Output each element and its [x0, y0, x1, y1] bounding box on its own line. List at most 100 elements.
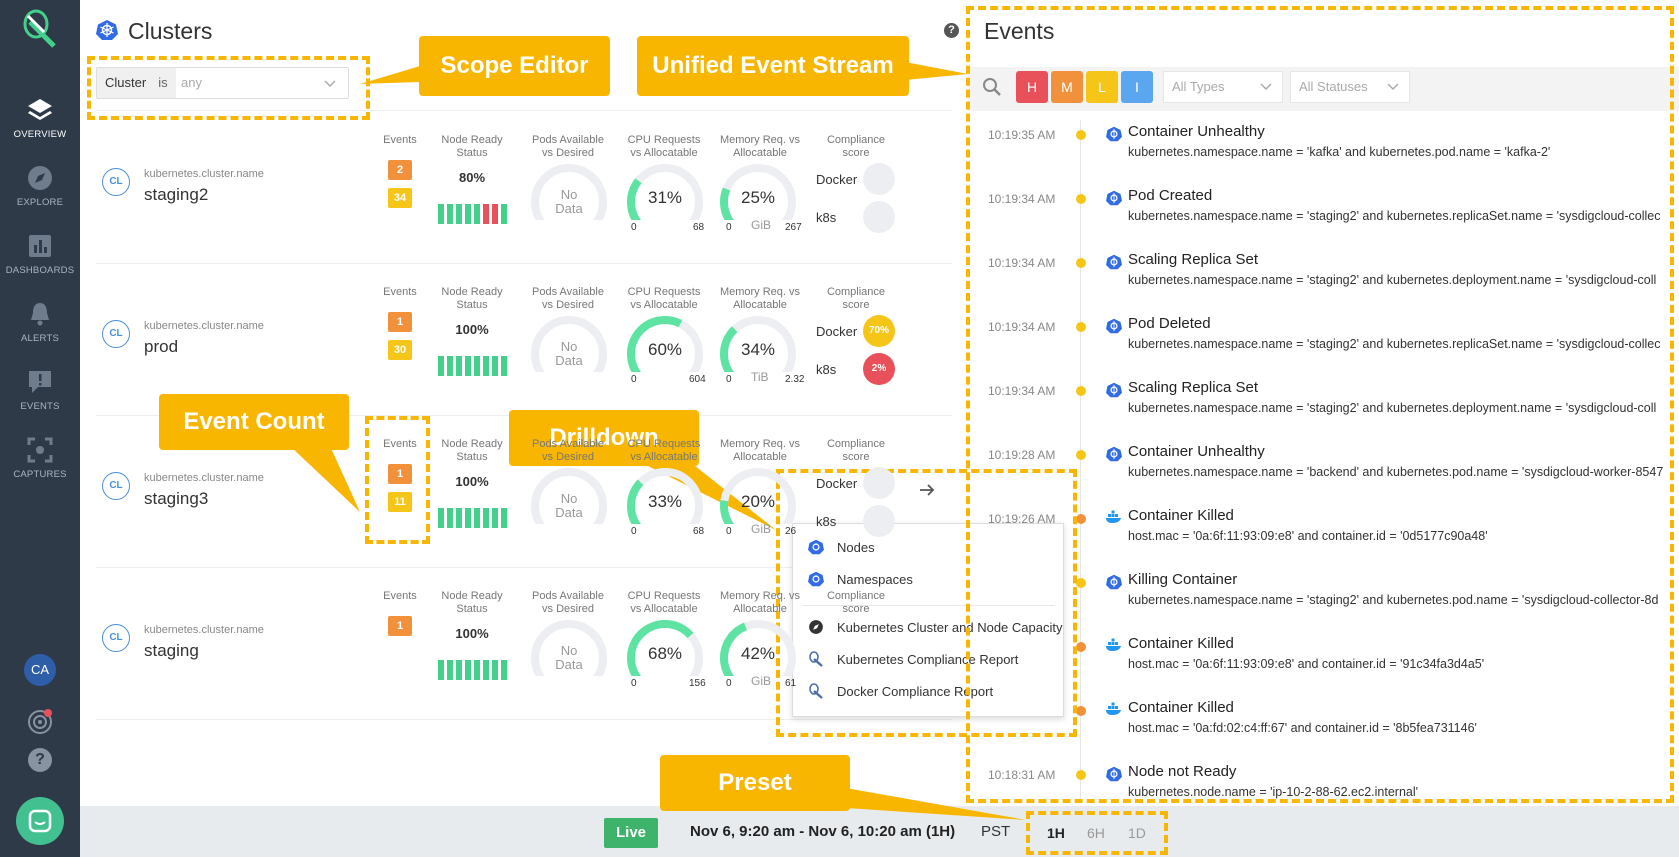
node-ready-value: 100%	[455, 474, 489, 489]
node-status-bar	[465, 356, 471, 376]
cluster-label: kubernetes.cluster.name	[144, 320, 264, 332]
memory-value: 20%	[740, 492, 776, 511]
memory-max: 61	[785, 678, 797, 689]
memory-unit: TiB	[751, 370, 769, 384]
column-header: Memory Req. vs Allocatable	[719, 134, 801, 159]
memory-max: 2.32	[785, 374, 805, 385]
node-status-bar	[483, 356, 489, 376]
memory-unit: GiB	[751, 522, 772, 536]
column-header: Node Ready Status	[441, 590, 503, 615]
compliance-k8s-label: k8s	[816, 210, 837, 225]
memory-min: 0	[726, 374, 732, 385]
cluster-name[interactable]: staging2	[144, 185, 208, 205]
node-ready-value: 80%	[458, 170, 486, 185]
node-ready-value: 100%	[455, 322, 489, 337]
cpu-min: 0	[631, 374, 637, 385]
cluster-badge-icon: CL	[102, 168, 130, 196]
column-header: Memory Req. vs Allocatable	[719, 590, 801, 615]
cluster-badge-icon: CL	[102, 624, 130, 652]
cpu-value: 31%	[647, 188, 683, 207]
column-header: Pods Available vs Desired	[532, 134, 604, 159]
cpu-max: 68	[693, 222, 705, 233]
cpu-max: 156	[689, 678, 706, 689]
compliance-k8s-score[interactable]	[863, 505, 895, 537]
memory-min: 0	[726, 678, 732, 689]
compliance-docker-score[interactable]: 70%	[863, 315, 895, 347]
event-count-low[interactable]: 11	[388, 492, 412, 512]
event-count-low[interactable]: 34	[388, 188, 412, 208]
node-ready-bars	[438, 356, 508, 376]
cluster-name[interactable]: staging3	[144, 489, 208, 509]
pods-value: No Data	[555, 643, 583, 672]
cluster-name[interactable]: staging	[144, 641, 199, 661]
node-status-bar	[483, 508, 489, 528]
cpu-value: 68%	[647, 644, 683, 663]
callout-preset: Preset	[660, 755, 850, 811]
node-status-bar	[492, 660, 498, 680]
event-count-medium[interactable]: 1	[388, 464, 412, 484]
compliance-k8s-label: k8s	[816, 514, 837, 529]
column-header: Memory Req. vs Allocatable	[719, 286, 801, 311]
node-status-bar	[438, 356, 444, 376]
node-status-bar	[474, 356, 480, 376]
column-header: CPU Requests vs Allocatable	[627, 286, 701, 311]
column-header: CPU Requests vs Allocatable	[627, 590, 701, 615]
cpu-min: 0	[631, 222, 637, 233]
memory-max: 26	[785, 526, 797, 537]
compliance-k8s-score[interactable]	[863, 201, 895, 233]
column-header: Compliance score	[826, 286, 886, 311]
node-status-bar	[447, 508, 453, 528]
cluster-name[interactable]: prod	[144, 337, 178, 357]
cpu-value: 60%	[647, 340, 683, 359]
memory-unit: GiB	[751, 674, 772, 688]
memory-min: 0	[726, 222, 732, 233]
compliance-k8s-score[interactable]: 2%	[863, 353, 895, 385]
memory-unit: GiB	[751, 218, 772, 232]
node-status-bar	[501, 204, 507, 224]
node-status-bar	[438, 508, 444, 528]
compliance-docker-label: Docker	[816, 324, 858, 339]
node-ready-bars	[438, 204, 508, 224]
event-count-medium[interactable]: 2	[388, 160, 412, 180]
column-header: Node Ready Status	[441, 134, 503, 159]
compliance-docker-score[interactable]	[863, 467, 895, 499]
event-count-low[interactable]: 30	[388, 340, 412, 360]
cpu-min: 0	[631, 678, 637, 689]
node-status-bar	[492, 204, 498, 224]
cpu-min: 0	[631, 526, 637, 537]
node-status-bar	[483, 204, 489, 224]
node-status-bar	[465, 660, 471, 680]
column-header: Events	[383, 590, 417, 602]
event-count-medium[interactable]: 1	[388, 616, 412, 636]
node-status-bar	[456, 508, 462, 528]
column-header: CPU Requests vs Allocatable	[627, 134, 701, 159]
pods-value: No Data	[555, 491, 583, 520]
node-status-bar	[483, 660, 489, 680]
event-count-medium[interactable]: 1	[388, 312, 412, 332]
node-status-bar	[456, 660, 462, 680]
column-header: Events	[383, 286, 417, 298]
memory-value: 34%	[740, 340, 776, 359]
column-header: Compliance score	[826, 438, 886, 463]
node-ready-bars	[438, 508, 508, 528]
pods-value: No Data	[555, 339, 583, 368]
memory-min: 0	[726, 526, 732, 537]
memory-value: 42%	[740, 644, 776, 663]
callout-event-count: Event Count	[159, 394, 349, 450]
node-status-bar	[456, 356, 462, 376]
memory-max: 267	[785, 222, 802, 233]
cpu-max: 604	[689, 374, 706, 385]
column-header: Events	[383, 438, 417, 450]
column-header: Compliance score	[826, 134, 886, 159]
column-header: Pods Available vs Desired	[532, 590, 604, 615]
node-status-bar	[474, 508, 480, 528]
node-status-bar	[492, 508, 498, 528]
column-header: CPU Requests vs Allocatable	[627, 438, 701, 463]
node-status-bar	[501, 508, 507, 528]
node-status-bar	[474, 204, 480, 224]
compliance-docker-score[interactable]	[863, 163, 895, 195]
cpu-value: 33%	[647, 492, 683, 511]
node-ready-bars	[438, 660, 508, 680]
cluster-badge-icon: CL	[102, 472, 130, 500]
cluster-badge-icon: CL	[102, 320, 130, 348]
